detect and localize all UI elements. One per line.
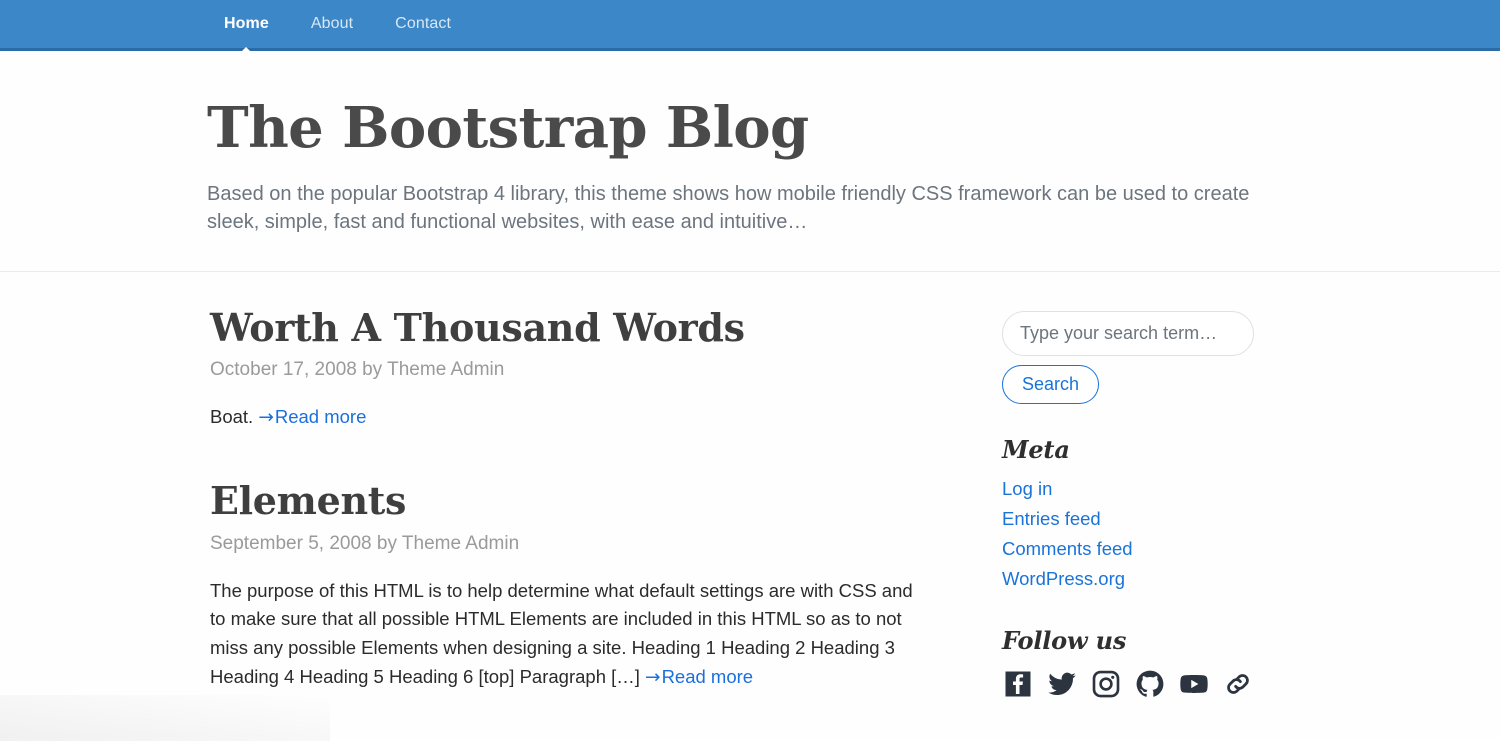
sidebar: Search Meta Log in Entries feed Comments… xyxy=(942,306,1292,739)
github-link[interactable] xyxy=(1134,668,1166,700)
facebook-link[interactable] xyxy=(1002,668,1034,700)
nav-link-home[interactable]: Home xyxy=(203,0,290,48)
read-more-link[interactable]: →Read more xyxy=(258,406,367,429)
main-navbar: Home About Contact xyxy=(0,0,1500,58)
social-links-row xyxy=(1002,668,1292,700)
link-icon xyxy=(1223,669,1253,699)
post-date: October 17, 2008 xyxy=(210,359,357,381)
meta-link-wordpress-org[interactable]: WordPress.org xyxy=(1002,568,1125,589)
meta-list-item: Entries feed xyxy=(1002,505,1292,535)
instagram-icon xyxy=(1091,669,1121,699)
nav-link-contact[interactable]: Contact xyxy=(374,0,472,48)
post-excerpt: The purpose of this HTML is to help dete… xyxy=(210,577,922,693)
post-by-label: by xyxy=(376,532,397,554)
search-button[interactable]: Search xyxy=(1002,364,1100,405)
nav-item-home[interactable]: Home xyxy=(203,0,290,58)
nav-link-about[interactable]: About xyxy=(290,0,374,48)
search-form: Search xyxy=(1002,310,1292,405)
post-excerpt-text: The purpose of this HTML is to help dete… xyxy=(210,579,913,687)
post-author: Theme Admin xyxy=(401,532,520,554)
read-more-label: Read more xyxy=(274,406,367,428)
post-author: Theme Admin xyxy=(387,359,505,381)
twitter-icon xyxy=(1047,669,1077,699)
page-body: The Bootstrap Blog Based on the popular … xyxy=(0,51,1500,739)
post-title[interactable]: Worth A Thousand Words xyxy=(210,305,942,350)
meta-widget-title: Meta xyxy=(1002,435,1070,465)
follow-us-widget-title: Follow us xyxy=(1002,626,1127,656)
active-nav-caret-icon xyxy=(235,47,258,58)
facebook-icon xyxy=(1003,669,1033,699)
meta-list-item: WordPress.org xyxy=(1002,565,1292,595)
main-container: Worth A Thousand Words October 17, 2008 … xyxy=(192,272,1308,739)
post-meta: October 17, 2008 by Theme Admin xyxy=(210,359,942,381)
post-worth-a-thousand-words: Worth A Thousand Words October 17, 2008 … xyxy=(210,305,942,433)
meta-link-entries-feed[interactable]: Entries feed xyxy=(1002,508,1101,529)
nav-item-about[interactable]: About xyxy=(290,0,374,48)
meta-list-item: Log in xyxy=(1002,475,1292,505)
post-excerpt-text: Boat. xyxy=(210,406,259,428)
post-meta: September 5, 2008 by Theme Admin xyxy=(210,533,942,555)
arrow-right-icon: → xyxy=(645,666,661,688)
post-excerpt: Boat. →Read more xyxy=(210,403,922,433)
nav-list: Home About Contact xyxy=(0,0,472,58)
youtube-link[interactable] xyxy=(1178,668,1210,700)
arrow-right-icon: → xyxy=(258,407,274,429)
post-date: September 5, 2008 xyxy=(210,532,372,554)
meta-list-item: Comments feed xyxy=(1002,535,1292,565)
nav-item-contact[interactable]: Contact xyxy=(374,0,472,48)
youtube-icon xyxy=(1179,669,1209,699)
read-more-link[interactable]: →Read more xyxy=(645,665,754,688)
posts-column: Worth A Thousand Words October 17, 2008 … xyxy=(207,305,942,739)
post-by-label: by xyxy=(362,359,383,381)
website-link[interactable] xyxy=(1222,668,1254,700)
post-elements: Elements September 5, 2008 by Theme Admi… xyxy=(210,479,942,692)
main-row: Worth A Thousand Words October 17, 2008 … xyxy=(207,272,1293,739)
search-input[interactable] xyxy=(1002,310,1254,356)
meta-links-list: Log in Entries feed Comments feed WordPr… xyxy=(1002,475,1292,595)
read-more-label: Read more xyxy=(661,665,754,687)
meta-link-log-in[interactable]: Log in xyxy=(1002,478,1052,499)
post-title[interactable]: Elements xyxy=(210,479,942,523)
blog-header-container: The Bootstrap Blog Based on the popular … xyxy=(192,99,1308,237)
github-icon xyxy=(1135,669,1165,699)
blog-header: The Bootstrap Blog Based on the popular … xyxy=(0,51,1500,272)
blog-description: Based on the popular Bootstrap 4 library… xyxy=(207,182,1250,234)
meta-link-comments-feed[interactable]: Comments feed xyxy=(1002,538,1133,559)
twitter-link[interactable] xyxy=(1046,668,1078,700)
instagram-link[interactable] xyxy=(1090,668,1122,700)
blog-title: The Bootstrap Blog xyxy=(207,95,809,161)
